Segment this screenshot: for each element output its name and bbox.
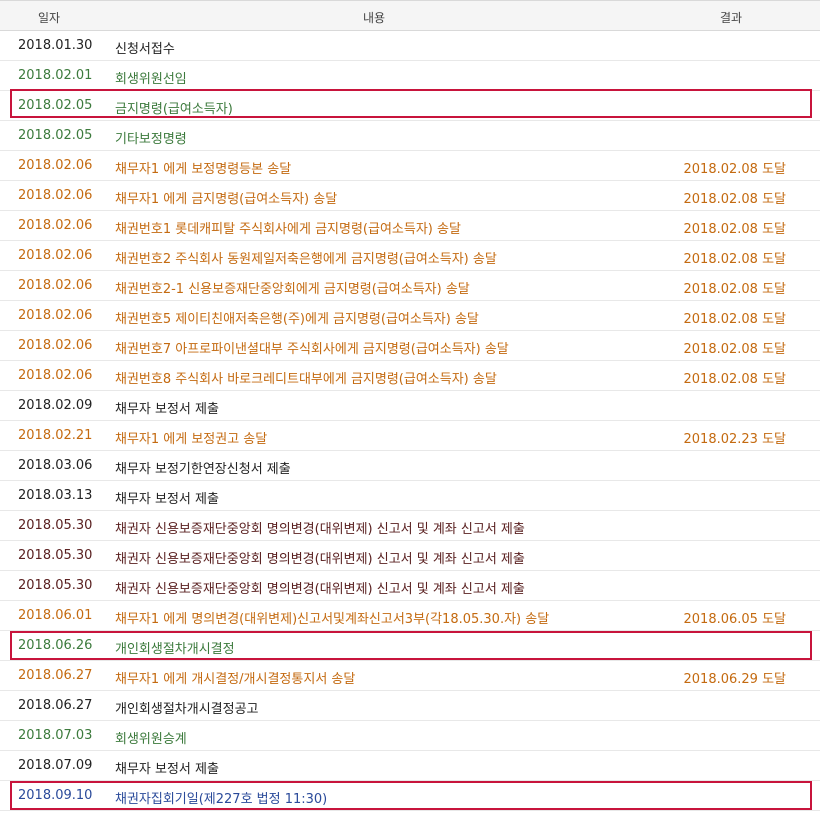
row-result: 2018.02.08 도달 [683,252,787,267]
row-date: 2018.06.27 [18,668,93,683]
row-result: 2018.02.08 도달 [683,342,787,357]
row-date: 2018.02.06 [18,278,93,293]
row-date: 2018.03.13 [18,488,93,503]
row-date: 2018.02.06 [18,308,93,323]
table-row: 2018.02.01 회생위원선임 [0,61,820,91]
row-content: 기타보정명령 [115,132,187,147]
row-result: 2018.02.08 도달 [683,222,787,237]
row-date: 2018.02.05 [18,128,93,143]
row-date: 2018.02.09 [18,398,93,413]
row-date: 2018.02.06 [18,188,93,203]
row-content: 채권번호1 롯데캐피탈 주식회사에게 금지명령(급여소득자) 송달 [115,222,461,237]
row-content: 채권번호8 주식회사 바로크레디트대부에게 금지명령(급여소득자) 송달 [115,372,497,387]
row-content: 채무자1 에게 개시결정/개시결정통지서 송달 [115,672,356,687]
row-content: 채무자 보정기한연장신청서 제출 [115,462,291,477]
row-result: 2018.02.08 도달 [683,192,787,207]
row-date: 2018.05.30 [18,518,93,533]
table-row: 2018.02.21 채무자1 에게 보정권고 송달 2018.02.23 도달 [0,421,820,451]
row-result: 2018.02.08 도달 [683,372,787,387]
table-row: 2018.02.09 채무자 보정서 제출 [0,391,820,421]
row-content: 채권자 신용보증재단중앙회 명의변경(대위변제) 신고서 및 계좌 신고서 제출 [115,552,525,567]
table-row: 2018.02.06 채권번호5 제이티친애저축은행(주)에게 금지명령(급여소득… [0,301,820,331]
row-content: 채권번호2 주식회사 동원제일저축은행에게 금지명령(급여소득자) 송달 [115,252,497,267]
row-date: 2018.02.06 [18,338,93,353]
row-content: 회생위원승계 [115,732,187,747]
header-content: 내용 [363,11,386,25]
row-result: 2018.02.08 도달 [683,282,787,297]
row-date: 2018.02.06 [18,368,93,383]
highlight-box-1 [10,89,812,118]
row-content: 채무자 보정서 제출 [115,402,219,417]
row-date: 2018.02.06 [18,248,93,263]
table-row: 2018.07.03 회생위원승계 [0,721,820,751]
row-content: 채무자1 에게 명의변경(대위변제)신고서및계좌신고서3부(각18.05.30.… [115,612,550,627]
table-row: 2018.02.06 채권번호7 아프로파이낸셜대부 주식회사에게 금지명령(급여… [0,331,820,361]
row-date: 2018.01.30 [18,38,93,53]
table-row: 2018.02.06 채무자1 에게 금지명령(급여소득자) 송달 2018.02.… [0,181,820,211]
row-content: 채무자 보정서 제출 [115,762,219,777]
row-date: 2018.02.21 [18,428,93,443]
row-result: 2018.02.23 도달 [683,432,787,447]
case-history-table: 일자 내용 결과 2018.01.30 신청서접수 2018.02.01 회생위원선임… [0,0,820,819]
table-row: 2018.02.06 채권번호1 롯데캐피탈 주식회사에게 금지명령(급여소득자)… [0,211,820,241]
table-row: 2018.02.06 채권번호2 주식회사 동원제일저축은행에게 금지명령(급여소… [0,241,820,271]
row-date: 2018.02.06 [18,218,93,233]
table-row: 2018.06.27 개인회생절차개시결정공고 [0,691,820,721]
row-content: 채무자1 에게 금지명령(급여소득자) 송달 [115,192,338,207]
row-date: 2018.06.01 [18,608,93,623]
table-row: 2018.02.05 기타보정명령 [0,121,820,151]
row-content: 개인회생절차개시결정공고 [115,702,259,717]
row-content: 채권번호7 아프로파이낸셜대부 주식회사에게 금지명령(급여소득자) 송달 [115,342,509,357]
row-content: 채권자 신용보증재단중앙회 명의변경(대위변제) 신고서 및 계좌 신고서 제출 [115,522,525,537]
table-row: 2018.03.13 채무자 보정서 제출 [0,481,820,511]
row-date: 2018.07.09 [18,758,93,773]
row-content: 채무자 보정서 제출 [115,492,219,507]
row-date: 2018.06.27 [18,698,93,713]
table-row: 2018.06.27 채무자1 에게 개시결정/개시결정통지서 송달 2018.06… [0,661,820,691]
row-date: 2018.07.03 [18,728,93,743]
row-content: 신청서접수 [115,42,175,57]
table-row: 2018.07.09 채무자 보정서 제출 [0,751,820,781]
table-row: 2018.02.06 채무자1 에게 보정명령등본 송달 2018.02.08 도달 [0,151,820,181]
header-result: 결과 [720,11,743,25]
row-content: 채무자1 에게 보정권고 송달 [115,432,268,447]
row-result: 2018.02.08 도달 [683,312,787,327]
table-row: 2018.05.30 채권자 신용보증재단중앙회 명의변경(대위변제) 신고서 및… [0,511,820,541]
table-row: 2018.02.06 채권번호2-1 신용보증재단중앙회에게 금지명령(급여소득자… [0,271,820,301]
row-content: 채무자1 에게 보정명령등본 송달 [115,162,292,177]
highlight-box-2 [10,631,812,660]
table-row: 2018.06.01 채무자1 에게 명의변경(대위변제)신고서및계좌신고서3부(… [0,601,820,631]
row-result: 2018.02.08 도달 [683,162,787,177]
row-date: 2018.05.30 [18,548,93,563]
row-content: 회생위원선임 [115,72,187,87]
highlight-box-3 [10,781,812,810]
row-date: 2018.02.06 [18,158,93,173]
row-result: 2018.06.29 도달 [683,672,787,687]
row-content: 채권번호5 제이티친애저축은행(주)에게 금지명령(급여소득자) 송달 [115,312,479,327]
row-result: 2018.06.05 도달 [683,612,787,627]
row-content: 채권자 신용보증재단중앙회 명의변경(대위변제) 신고서 및 계좌 신고서 제출 [115,582,525,597]
table-header: 일자 내용 결과 [0,0,820,31]
table-row: 2018.03.06 채무자 보정기한연장신청서 제출 [0,451,820,481]
header-date: 일자 [38,11,61,25]
table-row: 2018.02.06 채권번호8 주식회사 바로크레디트대부에게 금지명령(급여소… [0,361,820,391]
table-row: 2018.01.30 신청서접수 [0,31,820,61]
row-date: 2018.02.01 [18,68,93,83]
row-date: 2018.03.06 [18,458,93,473]
table-row: 2018.05.30 채권자 신용보증재단중앙회 명의변경(대위변제) 신고서 및… [0,571,820,601]
row-content: 채권번호2-1 신용보증재단중앙회에게 금지명령(급여소득자) 송달 [115,282,470,297]
table-row: 2018.05.30 채권자 신용보증재단중앙회 명의변경(대위변제) 신고서 및… [0,541,820,571]
row-date: 2018.05.30 [18,578,93,593]
